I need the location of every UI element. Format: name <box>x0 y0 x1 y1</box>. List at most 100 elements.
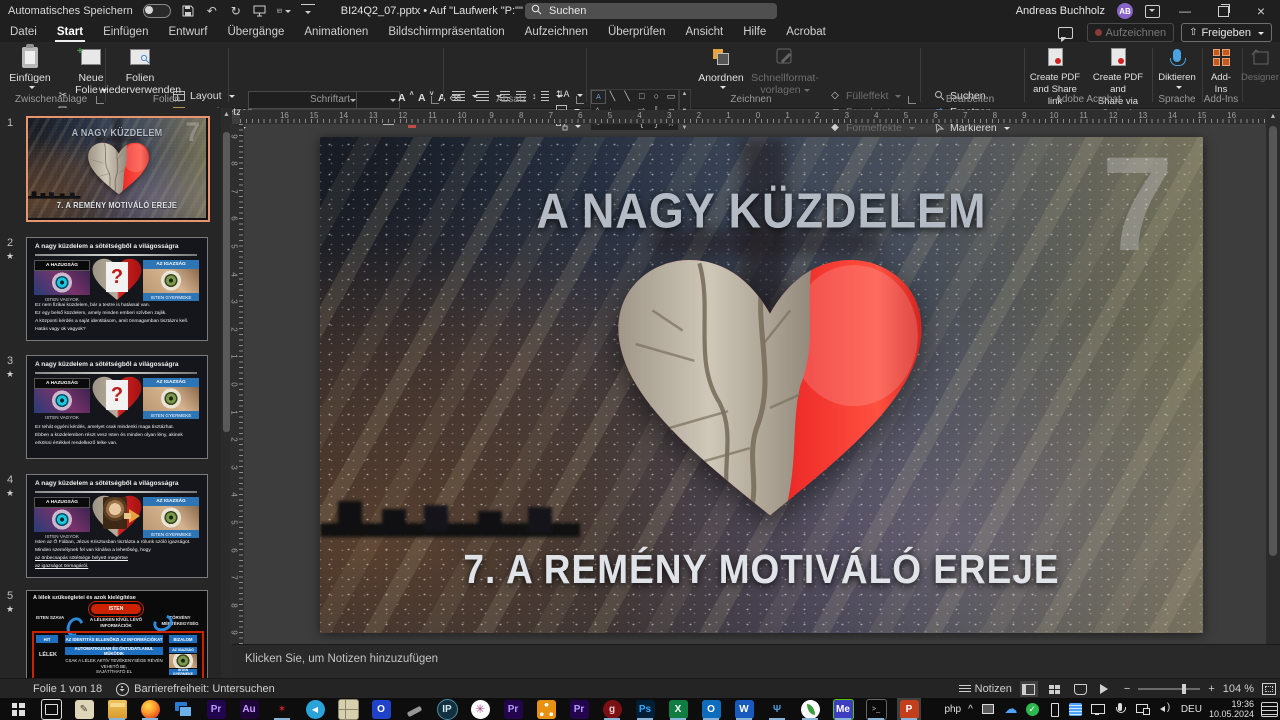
tab-ansicht[interactable]: Ansicht <box>676 22 734 42</box>
reuse-slides-button[interactable]: Folien wiederverwenden <box>112 44 168 96</box>
taskbar-app-excel[interactable]: X <box>666 698 690 720</box>
accessibility-check[interactable]: Barrierefreiheit: Untersuchen <box>116 683 275 696</box>
onedrive-icon[interactable]: ☁ <box>1003 701 1019 717</box>
tab-acrobat[interactable]: Acrobat <box>776 22 836 42</box>
tab-datei[interactable]: Datei <box>0 22 47 42</box>
taskbar-app-task-view[interactable] <box>39 698 63 720</box>
hidden-icons-chevron[interactable]: ^ <box>968 701 973 717</box>
save-icon[interactable] <box>181 4 195 18</box>
taskbar-app-photoshop[interactable]: Ps <box>633 698 657 720</box>
slide-layout-icon[interactable] <box>277 4 291 18</box>
close-button[interactable]: × <box>1248 0 1274 22</box>
customize-qat-icon[interactable] <box>301 4 315 19</box>
slide-thumbnail-3[interactable]: A nagy küzdelem a sötétségből a világoss… <box>26 355 208 459</box>
taskbar-app-me-app[interactable]: Me <box>831 698 855 720</box>
clipboard-dialog-launcher-icon[interactable] <box>96 96 104 104</box>
taskbar-app-ip-tool[interactable]: IP <box>435 698 459 720</box>
taskbar-app-leaf-app[interactable] <box>798 698 822 720</box>
notification-center-icon[interactable] <box>1261 702 1278 717</box>
redo-icon[interactable]: ↻ <box>229 4 243 18</box>
paragraph-dialog-launcher-icon[interactable] <box>576 96 584 104</box>
slide-thumbnail-4[interactable]: A nagy küzdelem a sötétségből a világoss… <box>26 474 208 578</box>
broken-heart-image[interactable] <box>602 241 938 531</box>
dictate-button[interactable]: Diktieren <box>1154 44 1200 90</box>
avatar[interactable]: AB <box>1117 3 1133 19</box>
scroll-up-icon[interactable]: ▲ <box>221 108 232 121</box>
zoom-slider[interactable] <box>1138 688 1200 690</box>
tab-aufzeichnen[interactable]: Aufzeichnen <box>515 22 598 42</box>
scroll-up-icon[interactable]: ▲ <box>1266 110 1280 123</box>
microphone-icon[interactable] <box>1112 701 1128 717</box>
addins-button[interactable]: Add-Ins <box>1204 44 1238 96</box>
taskbar-app-slack[interactable]: ✳ <box>468 698 492 720</box>
notes-placeholder[interactable]: Klicken Sie, um Notizen hinzuzufügen <box>245 653 438 665</box>
zoom-in-button[interactable]: + <box>1208 683 1214 695</box>
tab-entwurf[interactable]: Entwurf <box>158 22 217 42</box>
taskbar-app-diagram-app[interactable] <box>534 698 558 720</box>
tab-animationen[interactable]: Animationen <box>294 22 378 42</box>
paste-button[interactable]: Einfügen <box>8 44 52 90</box>
screen-icon[interactable] <box>980 701 996 717</box>
taskbar-app-terminal[interactable]: >_ <box>864 698 888 720</box>
view-reading-button[interactable] <box>1072 681 1090 697</box>
taskbar-app-blue-o-app[interactable]: O <box>369 698 393 720</box>
share-button[interactable]: ⇧Freigeben <box>1181 23 1272 42</box>
search-box[interactable] <box>525 3 777 19</box>
taskbar-app-red-app[interactable]: ✶ <box>270 698 294 720</box>
user-name[interactable]: Andreas Buchholz <box>1016 5 1105 17</box>
taskbar-app-start[interactable] <box>6 698 30 720</box>
blue-panel-icon[interactable] <box>1069 703 1082 716</box>
ribbon-display-options-icon[interactable] <box>1145 5 1160 18</box>
minimize-button[interactable]: — <box>1172 0 1198 22</box>
autosave-toggle[interactable] <box>143 4 171 18</box>
sync-ok-icon[interactable]: ✓ <box>1026 703 1039 716</box>
taskbar-app-premiere-2[interactable]: Pr <box>501 698 525 720</box>
tab-einfuegen[interactable]: Einfügen <box>93 22 158 42</box>
zoom-level[interactable]: 104 % <box>1223 683 1254 695</box>
taskbar-app-word[interactable]: W <box>732 698 756 720</box>
taskbar-app-g-app[interactable]: g <box>600 698 624 720</box>
taskbar-app-text-editor[interactable]: ✎ <box>72 698 96 720</box>
taskbar-app-file-explorer[interactable] <box>105 698 129 720</box>
taskbar-app-antler-app[interactable]: Ψ <box>765 698 789 720</box>
start-presentation-icon[interactable] <box>253 4 267 18</box>
view-normal-button[interactable] <box>1020 681 1038 697</box>
slide-thumbnail-5[interactable]: A lélek szükségletei és azok kielégítése… <box>26 590 208 678</box>
slide-thumbnail-1[interactable]: 7 A NAGY KÜZDELEM <box>26 116 210 222</box>
arrange-button[interactable]: Anordnen <box>695 44 747 90</box>
font-dialog-launcher-icon[interactable] <box>431 96 439 104</box>
create-pdf-outlook-button[interactable]: Create PDF andShare via Outlook <box>1086 44 1150 120</box>
slide-thumbnail-2[interactable]: A nagy küzdelem a sötétségből a világoss… <box>26 237 208 341</box>
volume-icon[interactable] <box>1158 701 1174 717</box>
editor-scrollbar[interactable]: ▲ <box>1266 110 1280 644</box>
taskbar-app-remote-desktop[interactable] <box>171 698 195 720</box>
taskbar-app-outlook[interactable]: O <box>699 698 723 720</box>
taskbar-app-premiere-3[interactable]: Pr <box>567 698 591 720</box>
tab-ueberpruefen[interactable]: Überprüfen <box>598 22 676 42</box>
search-input[interactable] <box>547 4 731 18</box>
taskbar-app-usb-tool[interactable] <box>402 698 426 720</box>
comment-icon[interactable] <box>1051 24 1080 41</box>
notes-toggle[interactable]: Notizen <box>959 683 1012 695</box>
tab-bildschirmpraesentation[interactable]: Bildschirmpräsentation <box>378 22 514 42</box>
network-icon[interactable] <box>1135 701 1151 717</box>
taskbar-clock[interactable]: 19:36 10.05.2024 <box>1209 699 1254 719</box>
restore-button[interactable] <box>1210 0 1236 22</box>
fit-to-window-icon[interactable] <box>1262 683 1276 695</box>
view-slideshow-button[interactable] <box>1098 681 1116 697</box>
php-label[interactable]: php <box>944 701 961 717</box>
taskbar-app-firefox[interactable] <box>138 698 162 720</box>
slide-subtitle-text[interactable]: 7. A REMÉNY MOTIVÁLÓ EREJE <box>320 547 1203 593</box>
tab-start[interactable]: Start <box>47 22 93 42</box>
slide-canvas[interactable]: 7 A NAGY KÜZDELEM 7. A REMÉNY MOTIVÁLÓ E… <box>320 137 1203 633</box>
notes-pane[interactable]: Klicken Sie, um Notizen hinzuzufügen <box>232 644 1280 679</box>
taskbar-app-telegram[interactable]: ◀ <box>303 698 327 720</box>
zoom-out-button[interactable]: − <box>1124 683 1130 695</box>
view-slide-sorter-button[interactable] <box>1046 681 1064 697</box>
tab-hilfe[interactable]: Hilfe <box>733 22 776 42</box>
slide-title-text[interactable]: A NAGY KÜZDELEM <box>320 182 1203 239</box>
drawing-dialog-launcher-icon[interactable] <box>908 96 916 104</box>
taskbar-app-premiere-1[interactable]: Pr <box>204 698 228 720</box>
taskbar-app-map-app[interactable] <box>336 698 360 720</box>
keyboard-language[interactable]: DEU <box>1181 701 1202 717</box>
